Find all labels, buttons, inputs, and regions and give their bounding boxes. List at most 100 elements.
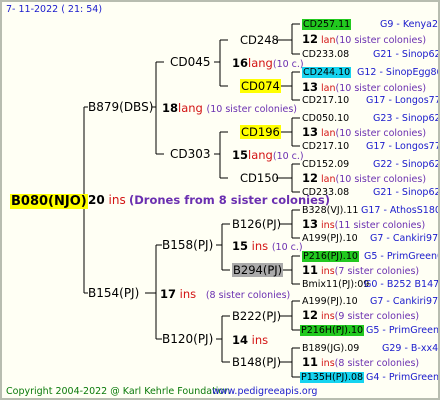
gen4-queen-b[interactable]: CD233.08 [302, 48, 349, 61]
gen4-word: ins [321, 311, 335, 322]
gen4-queen-b[interactable]: CD233.08 [302, 186, 349, 199]
gen2-word: lang [248, 148, 273, 162]
gen3-queen[interactable]: CD150 [240, 172, 279, 185]
datetime-stamp: 7- 11-2022 ( 21: 54) [6, 4, 103, 15]
gen4-ref: G21 - Sinop62R [373, 49, 440, 60]
gen1-note: (10 sister colonies) [206, 104, 298, 115]
gen4-ref: G0 - B252 B147 B [364, 279, 440, 290]
root-ins-word: ins [108, 193, 126, 207]
gen4-info: 12 lan(10 sister colonies) [302, 172, 426, 186]
gen2-note: (10 c.) [272, 59, 304, 70]
gen3-code: CD074 [240, 79, 281, 93]
gen4-word: ins [321, 220, 335, 231]
gen4-word: lan [321, 35, 336, 46]
gen4-queen-a[interactable]: CD257.11 [302, 18, 352, 31]
gen2-num: 15 [232, 148, 249, 162]
gen4-code: P135H(PJ).08 [300, 372, 365, 383]
gen1-info: 18lang (10 sister colonies) [162, 102, 297, 116]
gen2-info: 14 ins [232, 334, 268, 347]
gen1-word: ins [179, 287, 197, 301]
gen3-queen[interactable]: B294(PJ) [232, 263, 284, 277]
gen4-ref: G22 - Sinop62R [373, 159, 440, 170]
gen3-queen[interactable]: CD248 [240, 34, 279, 47]
gen2-queen[interactable]: CD303 [170, 148, 211, 161]
gen3-queen[interactable]: CD196 [240, 125, 281, 139]
gen2-info: 15lang(10 c.) [232, 149, 304, 163]
copyright-text: Copyright 2004-2022 @ Karl Kehrle Founda… [6, 386, 231, 397]
gen4-num: 13 [302, 125, 319, 139]
gen4-ref: G21 - Sinop62R [373, 187, 440, 198]
gen4-code: P216H(PJ).10 [300, 325, 365, 336]
gen4-info: 13 ins(11 sister colonies) [302, 218, 425, 232]
gen3-queen[interactable]: B126(PJ) [232, 218, 281, 231]
gen1-num: 17 [160, 287, 177, 301]
root-drone-note: (Drones from 8 sister colonies) [129, 193, 330, 207]
gen2-word: ins [251, 239, 269, 253]
gen4-queen-b[interactable]: A199(PJ).10 [302, 232, 358, 245]
gen4-queen-b[interactable]: P135H(PJ).08 [300, 371, 365, 384]
pedigree-frame: 7- 11-2022 ( 21: 54) Copyright 2004-2022… [0, 0, 440, 400]
gen4-num: 13 [302, 80, 319, 94]
gen4-note: (10 sister colonies) [335, 128, 427, 139]
gen4-queen-b[interactable]: Bmix11(PJ):09 [302, 278, 369, 291]
gen4-info: 11 ins(7 sister colonies) [302, 264, 419, 278]
gen2-queen[interactable]: B120(PJ) [162, 333, 213, 346]
gen2-num: 16 [232, 56, 249, 70]
gen4-queen-a[interactable]: CD244.10 [302, 66, 352, 79]
gen3-code: B294(PJ) [232, 263, 284, 277]
gen2-info: 16lang(10 c.) [232, 57, 304, 71]
gen4-queen-a[interactable]: P216(PJ).10 [302, 250, 359, 263]
gen4-note: (7 sister colonies) [334, 266, 420, 277]
gen4-ref: G17 - AthosS180R [361, 205, 440, 216]
gen1-queen[interactable]: B154(PJ) [88, 287, 139, 300]
gen4-code: CD244.10 [302, 67, 352, 78]
gen4-num: 12 [302, 32, 319, 46]
gen1-num: 18 [162, 101, 179, 115]
gen4-queen-b[interactable]: CD217.10 [302, 140, 349, 153]
gen4-info: 12 ins(9 sister colonies) [302, 309, 419, 323]
gen4-queen-b[interactable]: CD217.10 [302, 94, 349, 107]
gen4-ref: G5 - PrimGreen00 [366, 325, 440, 336]
gen2-queen[interactable]: B158(PJ) [162, 239, 213, 252]
gen4-info: 12 lan(10 sister colonies) [302, 33, 426, 47]
gen4-queen-a[interactable]: CD050.10 [302, 112, 349, 125]
gen3-queen[interactable]: B148(PJ) [232, 356, 281, 369]
site-link[interactable]: www.pedigreeapis.org [212, 385, 317, 398]
root-info: 20 ins [88, 194, 126, 207]
gen4-queen-a[interactable]: CD152.09 [302, 158, 349, 171]
gen4-ref: G4 - PrimGreen00 [366, 372, 440, 383]
gen4-queen-a[interactable]: B189(JG).09 [302, 342, 359, 355]
gen3-queen[interactable]: CD074 [240, 79, 281, 93]
gen4-num: 11 [302, 263, 319, 277]
root-queen[interactable]: B080(NJO) [10, 193, 88, 209]
gen4-note: (8 sister colonies) [334, 358, 420, 369]
gen4-ref: G29 - B-xx43 [382, 343, 440, 354]
gen1-queen[interactable]: B879(DBS) [88, 101, 153, 114]
gen4-queen-a[interactable]: B328(VJ).11 [302, 204, 358, 217]
gen4-queen-b[interactable]: P216H(PJ).10 [300, 324, 365, 337]
gen3-code: CD196 [240, 125, 281, 139]
gen4-ref: G12 - SinopEgg86R [357, 67, 440, 78]
gen2-word: ins [251, 333, 269, 347]
gen4-ref: G5 - PrimGreen00 [364, 251, 438, 262]
gen3-queen[interactable]: B222(PJ) [232, 310, 281, 323]
gen4-word: ins [321, 266, 335, 277]
gen4-word: ins [321, 358, 335, 369]
gen4-num: 11 [302, 355, 319, 369]
gen4-word: lan [321, 83, 336, 94]
root-ins-count: 20 [88, 193, 105, 207]
gen4-info: 11 ins(8 sister colonies) [302, 356, 419, 370]
gen4-ref: G23 - Sinop62R [373, 113, 440, 124]
gen4-ref: G7 - Cankiri97Q [370, 233, 440, 244]
gen4-note: (10 sister colonies) [335, 174, 427, 185]
gen4-word: lan [321, 174, 336, 185]
gen1-note: (8 sister colonies) [205, 290, 291, 301]
root-code: B080(NJO) [10, 194, 88, 209]
gen2-queen[interactable]: CD045 [170, 56, 211, 69]
gen4-note: (9 sister colonies) [334, 311, 420, 322]
gen4-queen-a[interactable]: A199(PJ).10 [302, 295, 358, 308]
gen4-info: 13 lan(10 sister colonies) [302, 81, 426, 95]
gen4-code: P216(PJ).10 [302, 251, 359, 262]
gen4-ref: G7 - Cankiri97Q [370, 296, 440, 307]
gen4-ref: G17 - Longos77R [366, 95, 440, 106]
